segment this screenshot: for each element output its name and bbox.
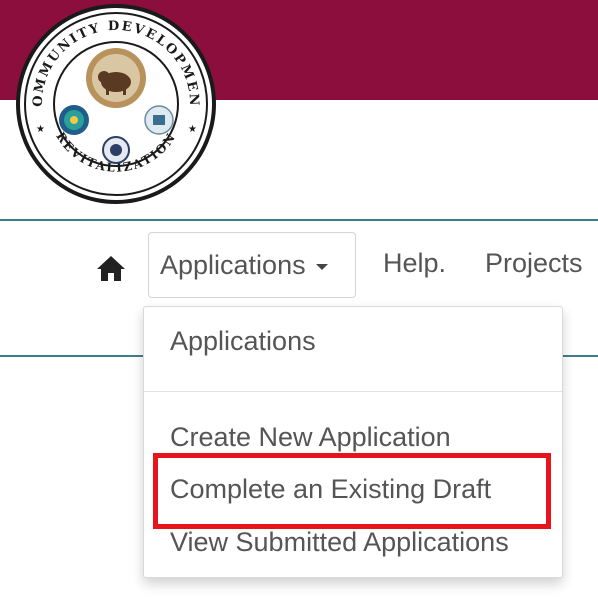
svg-text:★: ★ [188, 124, 197, 135]
state-seal-icon [59, 105, 89, 135]
applications-dropdown-menu: Applications Create New Application Comp… [143, 306, 563, 578]
applications-nav-label: Applications [160, 249, 306, 280]
menu-item-create-new-application[interactable]: Create New Application [170, 422, 451, 453]
homeland-security-seal-icon [102, 136, 130, 164]
page: COMMUNITY DEVELOPMENT REVITALIZATION ★ ★ [0, 0, 598, 611]
nav-top-rule [0, 219, 598, 221]
dropdown-header: Applications [170, 326, 316, 356]
site-logo[interactable]: COMMUNITY DEVELOPMENT REVITALIZATION ★ ★ [14, 2, 218, 206]
nav-link-projects[interactable]: Projects [485, 248, 583, 279]
bison-seal-icon [86, 48, 146, 108]
menu-divider [144, 391, 562, 392]
menu-item-view-submitted-applications[interactable]: View Submitted Applications [170, 527, 509, 558]
nav-link-help[interactable]: Help. [383, 248, 446, 279]
svg-text:★: ★ [36, 124, 45, 135]
menu-item-complete-existing-draft[interactable]: Complete an Existing Draft [170, 474, 491, 505]
home-icon[interactable] [95, 254, 127, 282]
seal-icon: COMMUNITY DEVELOPMENT REVITALIZATION ★ ★ [14, 2, 216, 204]
caret-down-icon [315, 263, 328, 270]
housing-seal-icon [144, 105, 174, 135]
applications-dropdown-button[interactable]: Applications [148, 232, 356, 298]
